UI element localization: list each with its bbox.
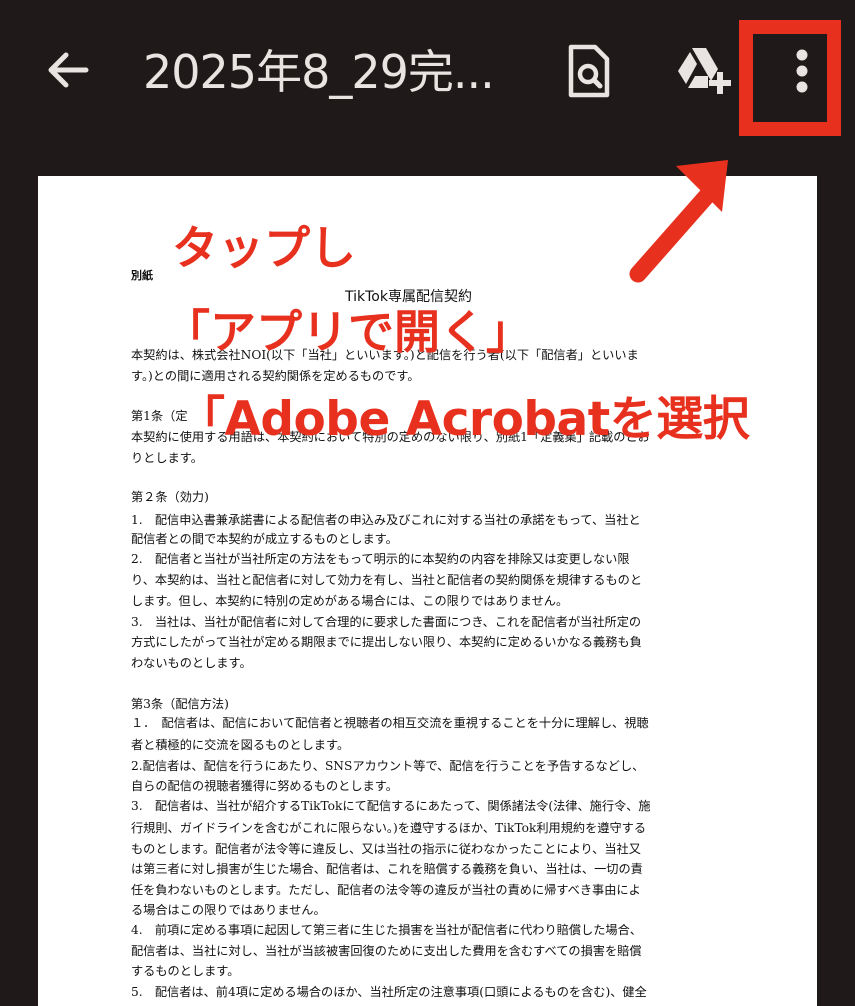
doc-line: る場合はこの限りではありません。 [131, 903, 326, 917]
doc-line: 3. 当社は、当社が配信者に対して合理的に要求した書面につき、これを配信者が当社… [131, 615, 642, 629]
doc-line: 第3条（配信方法) [131, 697, 229, 711]
doc-line: 1. 配信申込書兼承諾書による配信者の申込み及びこれに対する当社の承諾をもって、… [131, 513, 641, 527]
doc-line: 配信者との間で本契約が成立するものとします。 [131, 532, 398, 546]
doc-line: 3. 配信者は、当社が紹介するTikTokにて配信するにあたって、関係諸法令(法… [131, 799, 651, 813]
doc-line: は第三者に対し損害が生じた場合、配信者は、これを賠償する義務を負い、当社は、一切… [131, 862, 643, 876]
doc-line: 2. 配信者と当社が当社所定の方法をもって明示的に本契約の内容を排除又は変更しな… [131, 552, 630, 566]
back-arrow-icon[interactable] [42, 45, 92, 95]
doc-line: 4. 前項に定める事項に起因して第三者に生じた損害を当社が配信者に代わり賠償した… [131, 923, 642, 937]
doc-line: １． 配信者は、配信において配信者と視聴者の相互交流を重視することを十分に理解し… [131, 716, 649, 730]
annotation-select-acrobat: 「Adobe Acrobatを選択 [178, 392, 750, 447]
app-bar: 2025年8_29完... [0, 0, 855, 150]
doc-line: り、本契約は、当社と配信者に対して効力を有し、当社と配信者の契約関係を規律するも… [131, 573, 643, 587]
doc-line: するものとします。 [131, 964, 240, 978]
doc-line: 5. 配信者は、前4項に定める場合のほか、当社所定の注意事項(口頭によるものを含… [131, 985, 647, 999]
doc-line: 別紙 [131, 269, 153, 282]
doc-line: 第２条（効力) [131, 490, 209, 504]
doc-line: します。但し、本契約に特別の定めがある場合には、この限りではありません。 [131, 594, 569, 608]
annotation-arrow-icon [629, 160, 728, 283]
doc-line: 2.配信者は、配信を行うにあたり、SNSアカウント等で、配信を行うことを予告する… [131, 759, 645, 773]
annotation-open-with-app: 「アプリで開く」 [164, 305, 532, 359]
add-to-drive-icon[interactable] [674, 44, 732, 96]
doc-line: 方式にしたがって当社が定める期限までに提出しない限り、本契約に定めるいかなる義務… [131, 635, 642, 649]
doc-line: わないものとします。 [131, 656, 252, 670]
doc-line: 行規則、ガイドラインを含むがこれに限らない。)を遵守するほか、TikTok利用規… [131, 821, 647, 835]
find-in-page-icon[interactable] [566, 43, 612, 99]
doc-line: 者と積極的に交流を図るものとします。 [131, 738, 350, 752]
doc-line: 自らの配信の視聴者獲得に努めるものとします。 [131, 779, 398, 793]
doc-line: 任を負わないものとします。ただし、配信者の法令等の違反が当社の責めに帰すべき事由… [131, 883, 641, 897]
highlight-box [739, 20, 841, 136]
doc-line: 配信者は、当社に対し、当社が当該被害回復のために支出した費用を含むすべての損害を… [131, 944, 642, 958]
doc-line: りとします。 [131, 451, 203, 465]
doc-line: ものとします。配信者が法令等に違反し、又は当社の指示に従わなかったことにより、当… [131, 842, 641, 856]
annotation-tap: タップし [172, 221, 356, 275]
document-title: 2025年8_29完... [143, 45, 495, 99]
